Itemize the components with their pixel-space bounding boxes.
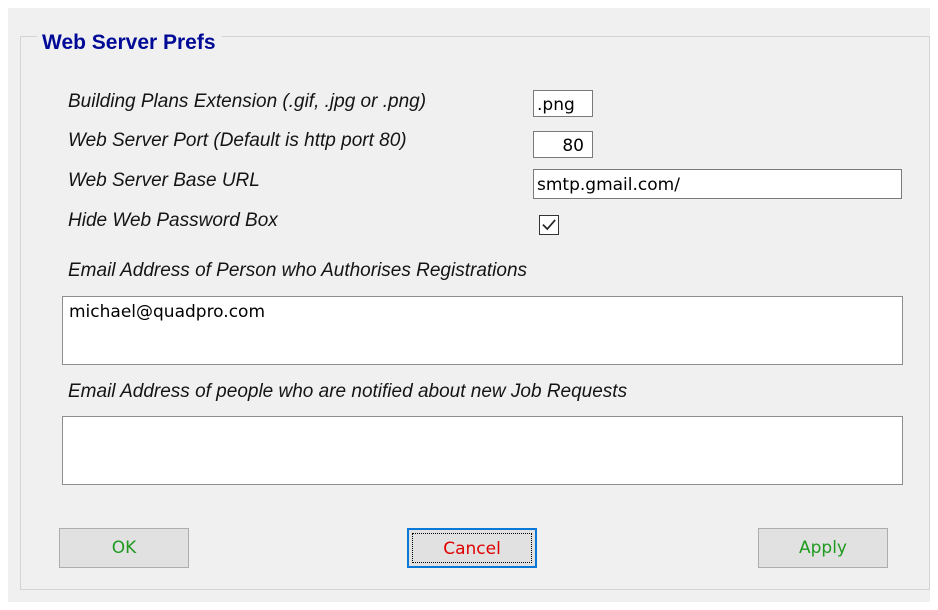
apply-button[interactable]: Apply: [758, 528, 888, 568]
ok-button-label: OK: [111, 538, 137, 558]
cancel-button[interactable]: Cancel: [407, 528, 537, 568]
job-request-emails-textarea[interactable]: [62, 416, 903, 485]
server-port-input[interactable]: 80: [533, 131, 593, 158]
hide-password-checkbox[interactable]: [539, 215, 559, 235]
checkmark-icon: [542, 219, 556, 231]
hide-password-label: Hide Web Password Box: [68, 210, 278, 231]
server-port-label: Web Server Port (Default is http port 80…: [68, 130, 407, 151]
plans-extension-label: Building Plans Extension (.gif, .jpg or …: [68, 91, 427, 112]
ok-button[interactable]: OK: [59, 528, 189, 568]
authoriser-email-label: Email Address of Person who Authorises R…: [68, 260, 528, 281]
base-url-label: Web Server Base URL: [68, 170, 260, 191]
cancel-button-label: Cancel: [443, 539, 501, 559]
apply-button-label: Apply: [799, 538, 847, 558]
authoriser-email-textarea[interactable]: michael@quadpro.com: [62, 296, 903, 365]
group-title: Web Server Prefs: [37, 28, 222, 58]
plans-extension-input[interactable]: .png: [533, 90, 593, 117]
base-url-input[interactable]: smtp.gmail.com/: [533, 169, 902, 199]
job-request-emails-label: Email Address of people who are notified…: [68, 381, 628, 402]
